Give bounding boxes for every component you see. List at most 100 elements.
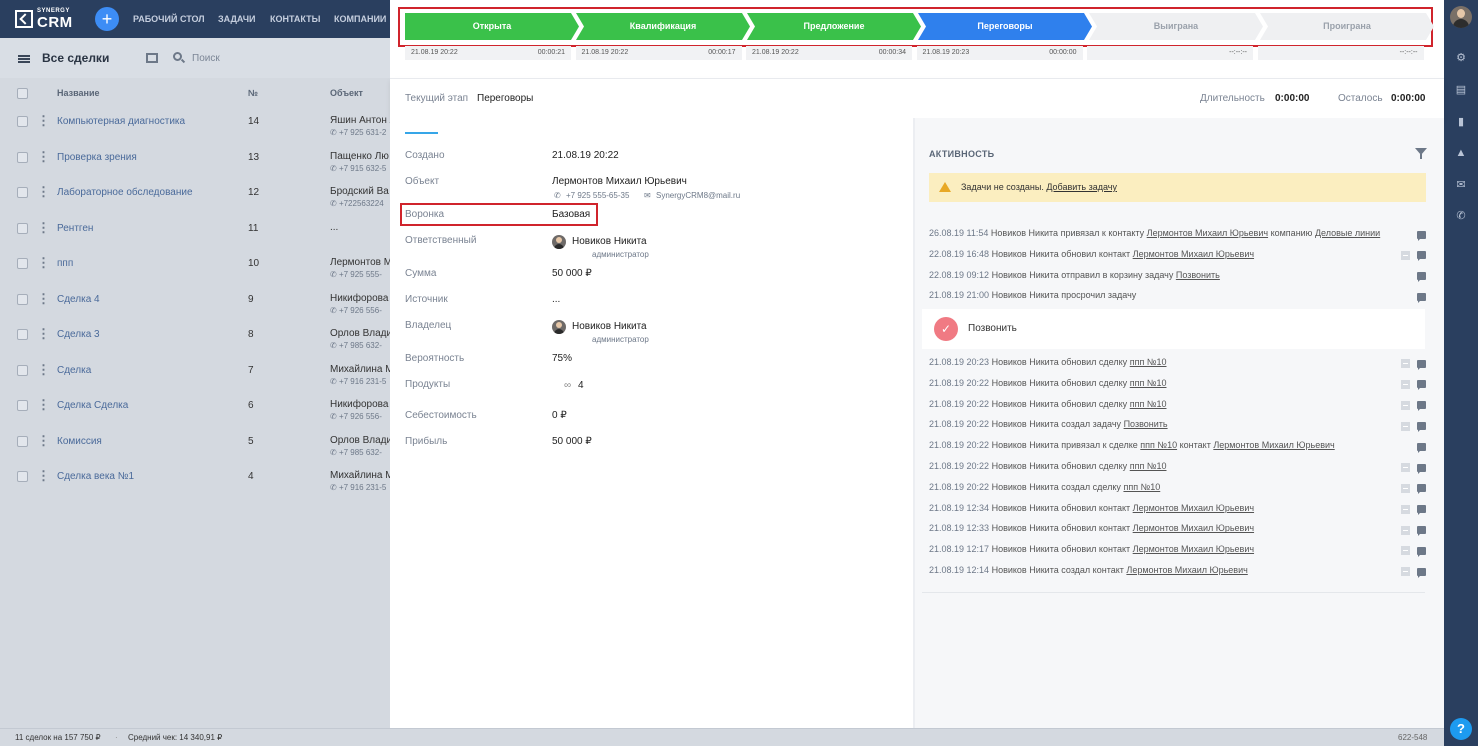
products-value[interactable]: 4: [578, 380, 584, 391]
comment-icon[interactable]: [1417, 401, 1426, 412]
nav-item-tasks[interactable]: ЗАДАЧИ: [218, 14, 256, 24]
user-avatar[interactable]: [1450, 6, 1472, 28]
deal-name-link[interactable]: Компьютерная диагностика: [57, 116, 185, 127]
deal-name-link[interactable]: Сделка Сделка: [57, 400, 128, 411]
mail-icon[interactable]: ✉: [1455, 179, 1467, 191]
expand-icon[interactable]: [1401, 504, 1410, 514]
expand-icon[interactable]: [1401, 525, 1410, 535]
nav-item-companies[interactable]: КОМПАНИИ: [334, 14, 386, 24]
chat-icon[interactable]: ▮: [1455, 116, 1467, 128]
check-icon[interactable]: ✓: [934, 317, 958, 341]
probability-value[interactable]: 75%: [552, 353, 572, 364]
phone-icon[interactable]: ✆: [1455, 210, 1467, 222]
deal-name-link[interactable]: Сделка 3: [57, 329, 100, 340]
comment-icon[interactable]: [1417, 546, 1426, 557]
row-checkbox[interactable]: [17, 436, 28, 447]
deal-name-link[interactable]: Проверка зрения: [57, 152, 137, 163]
deal-name-link[interactable]: Комиссия: [57, 436, 102, 447]
row-menu-icon[interactable]: [37, 291, 50, 307]
search-icon[interactable]: [173, 52, 182, 61]
stage-5[interactable]: Выиграна: [1089, 13, 1263, 40]
activity-link[interactable]: Лермонтов Михаил Юрьевич: [1133, 249, 1254, 259]
comment-icon[interactable]: [1417, 380, 1426, 391]
row-checkbox[interactable]: [17, 187, 28, 198]
synergy-crm-logo[interactable]: SYNERGY CRM: [15, 8, 77, 31]
activity-link[interactable]: Деловые линии: [1315, 228, 1380, 238]
expand-icon[interactable]: [1401, 567, 1410, 577]
responsible-value[interactable]: Новиков Никита: [572, 236, 647, 247]
book-icon[interactable]: ▤: [1455, 84, 1467, 96]
deal-object[interactable]: Михайлина М: [330, 470, 390, 481]
deal-object[interactable]: Пащенко Лю: [330, 151, 390, 162]
deal-name-link[interactable]: Сделка: [57, 365, 91, 376]
comment-icon[interactable]: [1417, 272, 1426, 283]
add-task-link[interactable]: Добавить задачу: [1046, 182, 1117, 192]
bell-icon[interactable]: ▲: [1455, 147, 1467, 159]
column-header-name[interactable]: Название: [57, 88, 99, 98]
expand-icon[interactable]: [1401, 483, 1410, 493]
row-checkbox[interactable]: [17, 400, 28, 411]
row-menu-icon[interactable]: [37, 362, 50, 378]
search-input[interactable]: Поиск: [192, 53, 220, 64]
row-menu-icon[interactable]: [37, 326, 50, 342]
comment-icon[interactable]: [1417, 359, 1426, 370]
stage-4[interactable]: Переговоры: [918, 13, 1092, 40]
deal-object[interactable]: Бродский Ва: [330, 186, 390, 197]
row-checkbox[interactable]: [17, 365, 28, 376]
create-new-button[interactable]: +: [95, 7, 119, 31]
activity-link[interactable]: ппп №10: [1130, 378, 1167, 388]
deal-object[interactable]: ...: [330, 222, 390, 233]
object-phone[interactable]: +7 925 555-65-35: [566, 191, 629, 200]
expand-icon[interactable]: [1401, 463, 1410, 473]
deal-object[interactable]: Никифорова: [330, 293, 390, 304]
expand-icon[interactable]: [1401, 400, 1410, 410]
deal-name-link[interactable]: Сделка 4: [57, 294, 100, 305]
menu-icon[interactable]: [18, 55, 30, 63]
row-checkbox[interactable]: [17, 258, 28, 269]
column-header-number[interactable]: №: [248, 88, 258, 98]
stage-3[interactable]: Предложение: [747, 13, 921, 40]
cost-value[interactable]: 0 ₽: [552, 410, 567, 421]
comment-icon[interactable]: [1417, 422, 1426, 433]
comment-icon[interactable]: [1417, 442, 1426, 453]
gear-icon[interactable]: ⚙: [1455, 52, 1467, 64]
comment-icon[interactable]: [1417, 484, 1426, 495]
comment-icon[interactable]: [1417, 230, 1426, 241]
comment-icon[interactable]: [1417, 526, 1426, 537]
stage-1[interactable]: Открыта: [405, 13, 579, 40]
row-checkbox[interactable]: [17, 294, 28, 305]
deal-object[interactable]: Орлов Влади: [330, 328, 390, 339]
row-menu-icon[interactable]: [37, 397, 50, 413]
row-menu-icon[interactable]: [37, 433, 50, 449]
deal-object[interactable]: Орлов Влади: [330, 435, 390, 446]
source-value[interactable]: ...: [552, 294, 560, 305]
activity-link[interactable]: ппп №10: [1140, 440, 1177, 450]
activity-link[interactable]: Позвонить: [1176, 270, 1220, 280]
comment-icon[interactable]: [1417, 463, 1426, 474]
sum-value[interactable]: 50 000 ₽: [552, 268, 592, 279]
deal-name-link[interactable]: Сделка века №1: [57, 471, 134, 482]
stage-2[interactable]: Квалификация: [576, 13, 750, 40]
object-value[interactable]: Лермонтов Михаил Юрьевич: [552, 176, 687, 187]
activity-link[interactable]: Лермонтов Михаил Юрьевич: [1133, 523, 1254, 533]
row-menu-icon[interactable]: [37, 255, 50, 271]
filter-icon[interactable]: [1415, 148, 1427, 159]
expand-icon[interactable]: [1401, 250, 1410, 260]
activity-link[interactable]: Лермонтов Михаил Юрьевич: [1147, 228, 1268, 238]
comment-icon[interactable]: [1417, 251, 1426, 262]
deal-object[interactable]: Яшин Антон А: [330, 115, 390, 126]
row-checkbox[interactable]: [17, 329, 28, 340]
column-header-object[interactable]: Объект: [330, 88, 363, 98]
comment-icon[interactable]: [1417, 505, 1426, 516]
activity-link[interactable]: Лермонтов Михаил Юрьевич: [1133, 544, 1254, 554]
funnel-value[interactable]: Базовая: [552, 209, 590, 220]
object-email[interactable]: SynergyCRM8@mail.ru: [656, 191, 740, 200]
row-menu-icon[interactable]: [37, 184, 50, 200]
activity-link[interactable]: ппп №10: [1123, 482, 1160, 492]
stage-6[interactable]: Проиграна: [1260, 13, 1434, 40]
owner-value[interactable]: Новиков Никита: [572, 321, 647, 332]
activity-link[interactable]: Лермонтов Михаил Юрьевич: [1213, 440, 1334, 450]
row-menu-icon[interactable]: [37, 220, 50, 236]
deal-name-link[interactable]: ппп: [57, 258, 73, 269]
row-menu-icon[interactable]: [37, 113, 50, 129]
